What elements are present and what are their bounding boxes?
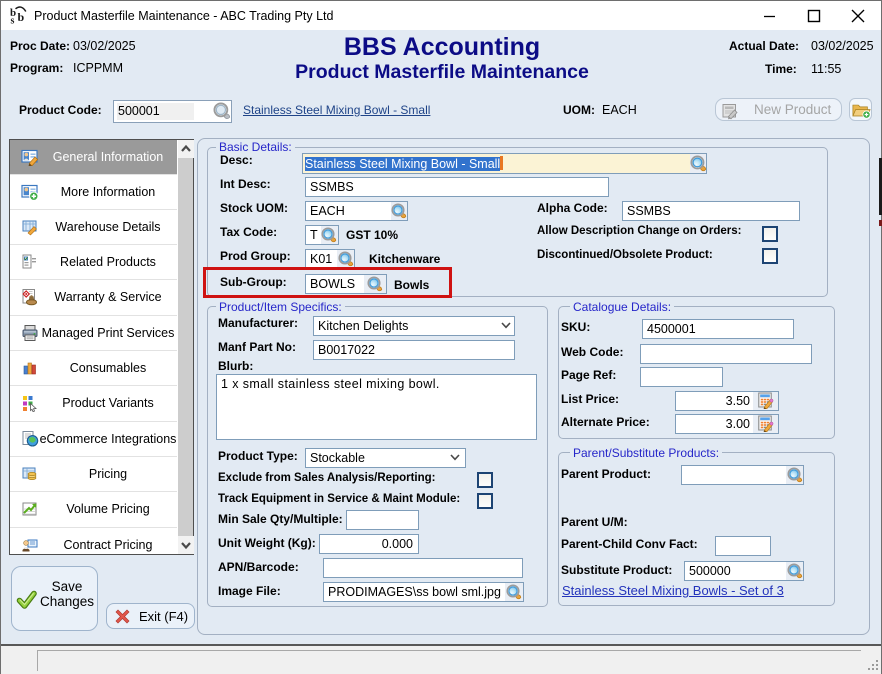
svg-text:b: b	[18, 10, 25, 24]
svg-text:s: s	[11, 16, 15, 26]
